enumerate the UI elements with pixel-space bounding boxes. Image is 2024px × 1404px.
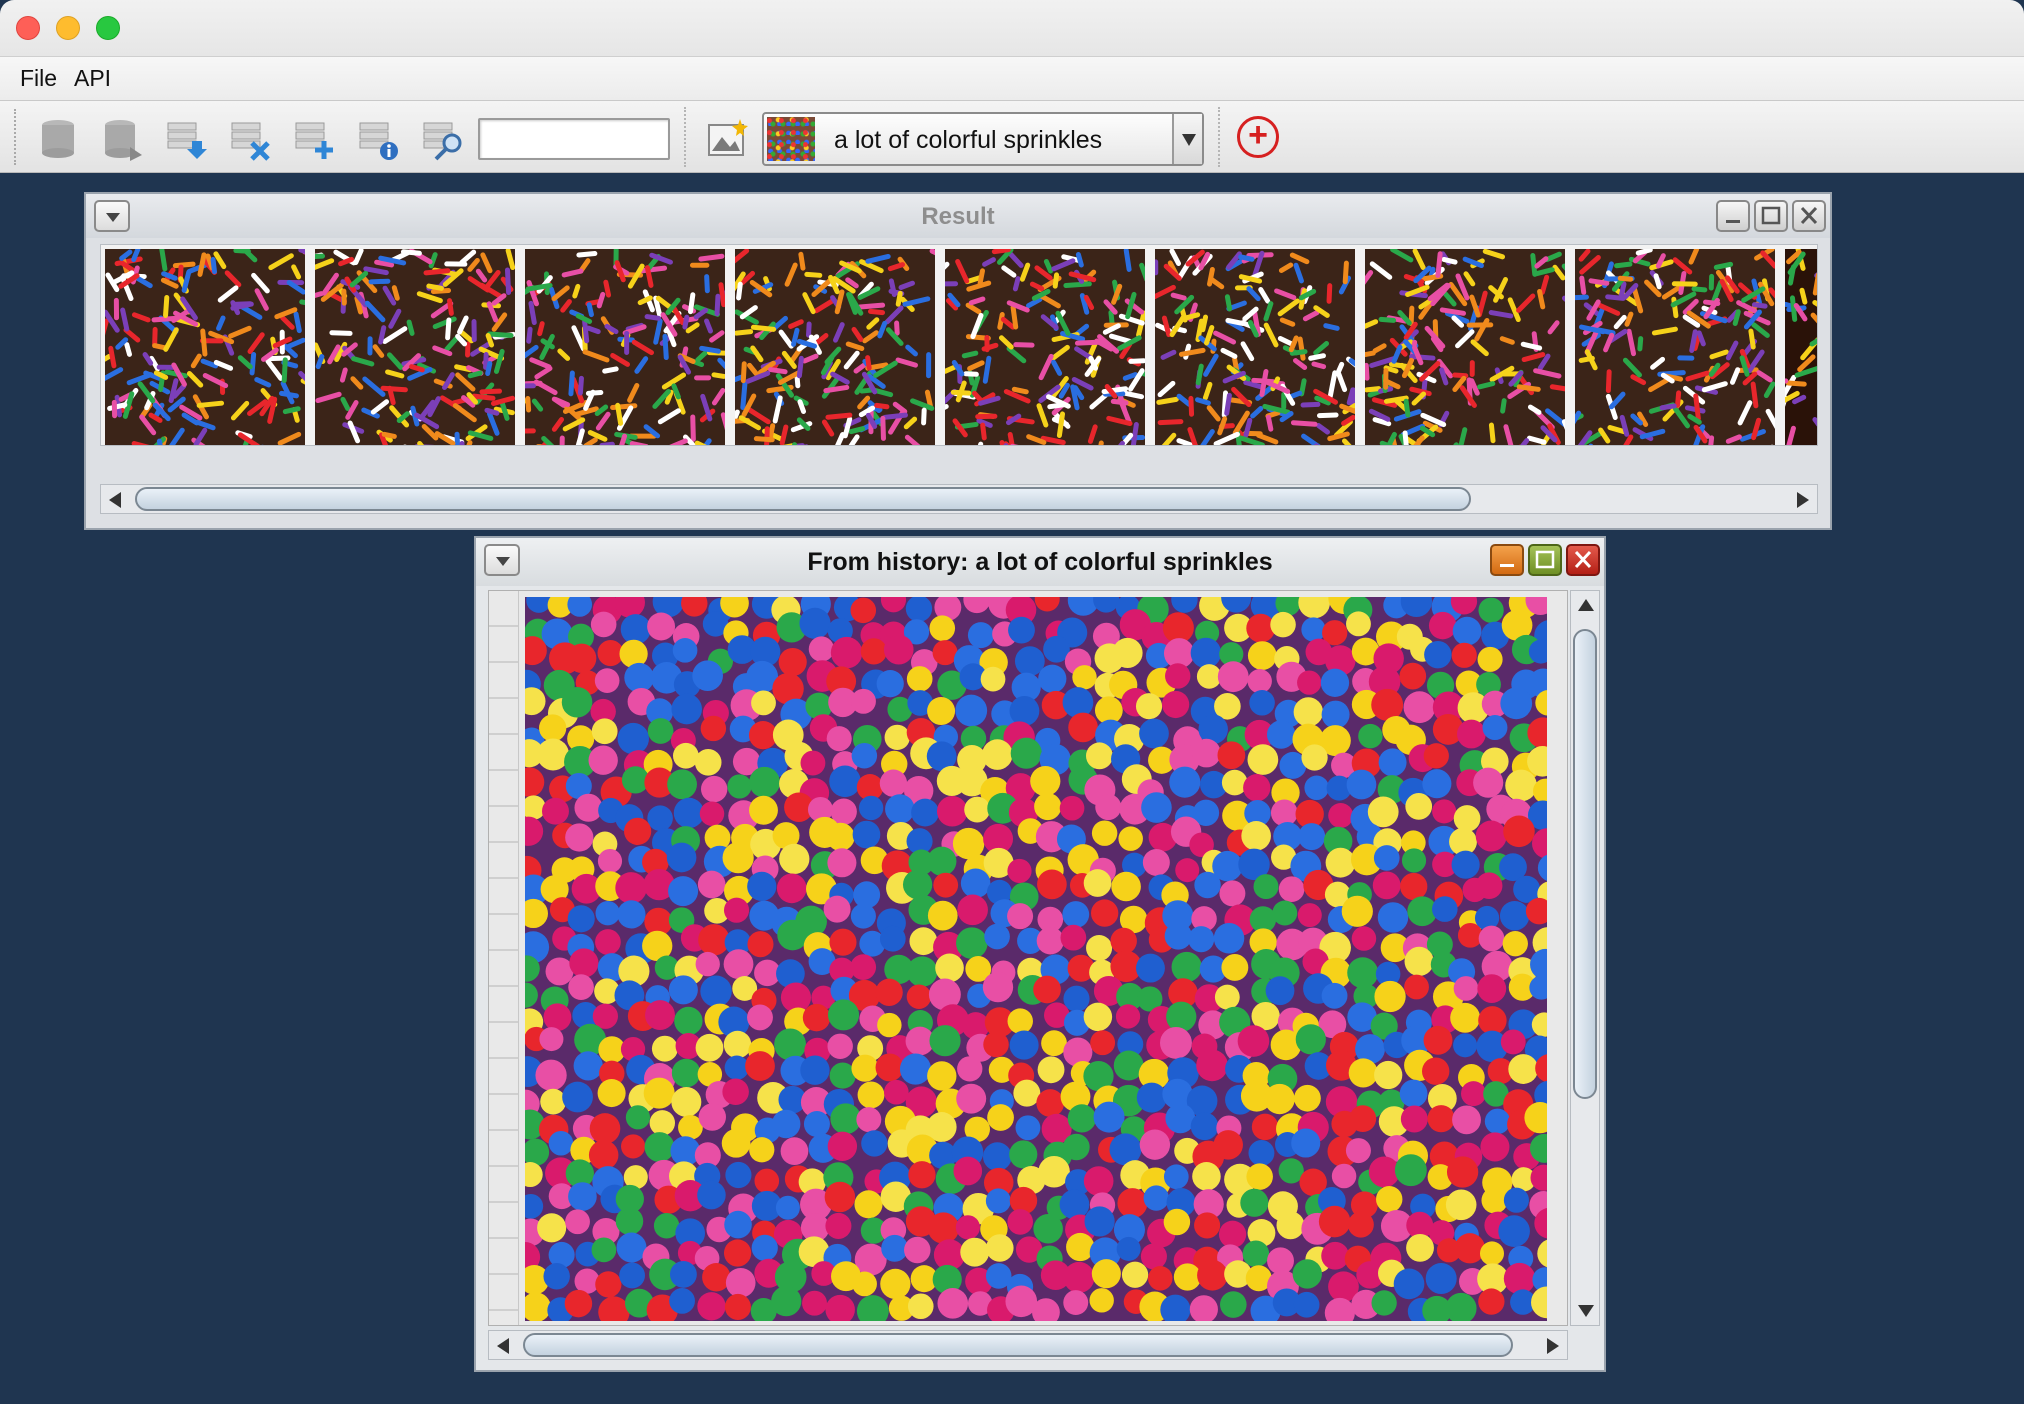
chevron-down-icon[interactable]	[1172, 114, 1202, 164]
result-thumbnail[interactable]	[945, 249, 1145, 446]
history-frame-title: From history: a lot of colorful sprinkle…	[807, 548, 1273, 576]
database-add-icon[interactable]	[292, 117, 336, 161]
maximize-frame-button[interactable]	[1528, 544, 1562, 576]
result-horizontal-scrollbar[interactable]	[100, 484, 1818, 514]
result-thumbnails	[100, 244, 1818, 446]
result-thumbnail[interactable]	[1575, 249, 1775, 446]
vertical-ruler	[489, 591, 519, 1325]
menu-api[interactable]: API	[74, 65, 111, 92]
result-thumbnail[interactable]	[735, 249, 935, 446]
result-frame-title: Result	[921, 203, 995, 230]
sprinkles-image	[525, 597, 1547, 1321]
scroll-left-icon[interactable]	[497, 1338, 509, 1354]
toolbar-separator	[684, 107, 686, 167]
result-thumbnail[interactable]	[525, 249, 725, 446]
scroll-thumb[interactable]	[135, 487, 1471, 511]
database-export-icon[interactable]	[100, 117, 144, 161]
scroll-left-icon[interactable]	[109, 492, 121, 508]
menu-bar: File API	[0, 57, 2024, 101]
database-search-icon[interactable]	[420, 117, 464, 161]
menu-file[interactable]: File	[20, 65, 57, 92]
scroll-up-icon[interactable]	[1578, 599, 1594, 611]
zoom-window-button[interactable]	[96, 16, 120, 40]
history-frame-titlebar[interactable]: From history: a lot of colorful sprinkle…	[476, 538, 1604, 586]
scroll-thumb[interactable]	[523, 1333, 1513, 1357]
scroll-right-icon[interactable]	[1547, 1338, 1559, 1354]
scroll-right-icon[interactable]	[1797, 492, 1809, 508]
image-horizontal-scrollbar[interactable]	[488, 1330, 1568, 1360]
minimize-frame-button[interactable]	[1490, 544, 1524, 576]
close-frame-button[interactable]	[1566, 544, 1600, 576]
sprinkles-thumbnail-icon	[767, 117, 815, 161]
maximize-frame-button[interactable]	[1754, 200, 1788, 232]
database-info-icon[interactable]	[356, 117, 400, 161]
minimize-window-button[interactable]	[56, 16, 80, 40]
result-thumbnail[interactable]	[105, 249, 305, 446]
result-thumbnail[interactable]	[315, 249, 515, 446]
result-thumbnail[interactable]	[1365, 249, 1565, 446]
result-thumbnail[interactable]	[1155, 249, 1355, 446]
result-thumbnail[interactable]	[1785, 249, 1818, 446]
scroll-thumb[interactable]	[1573, 629, 1597, 1099]
toolbar: a lot of colorful sprinkles +	[0, 101, 2024, 173]
toolbar-grip[interactable]	[14, 109, 20, 165]
database-icon[interactable]	[36, 117, 80, 161]
result-frame: Result	[84, 192, 1832, 530]
scroll-down-icon[interactable]	[1578, 1305, 1594, 1317]
database-download-icon[interactable]	[164, 117, 208, 161]
toolbar-separator	[1218, 107, 1220, 167]
add-circle-icon[interactable]: +	[1237, 116, 1279, 158]
image-viewport	[488, 590, 1568, 1326]
result-frame-titlebar[interactable]: Result	[86, 194, 1830, 238]
combo-selected-label: a lot of colorful sprinkles	[834, 126, 1103, 154]
history-frame: From history: a lot of colorful sprinkle…	[474, 536, 1606, 1372]
close-frame-button[interactable]	[1792, 200, 1826, 232]
minimize-frame-button[interactable]	[1716, 200, 1750, 232]
database-delete-icon[interactable]	[228, 117, 272, 161]
prompt-history-combo[interactable]: a lot of colorful sprinkles	[762, 112, 1204, 166]
image-generate-icon[interactable]	[706, 117, 750, 161]
close-window-button[interactable]	[16, 16, 40, 40]
window-titlebar	[0, 0, 2024, 57]
image-vertical-scrollbar[interactable]	[1570, 590, 1600, 1326]
search-input[interactable]	[478, 118, 670, 160]
